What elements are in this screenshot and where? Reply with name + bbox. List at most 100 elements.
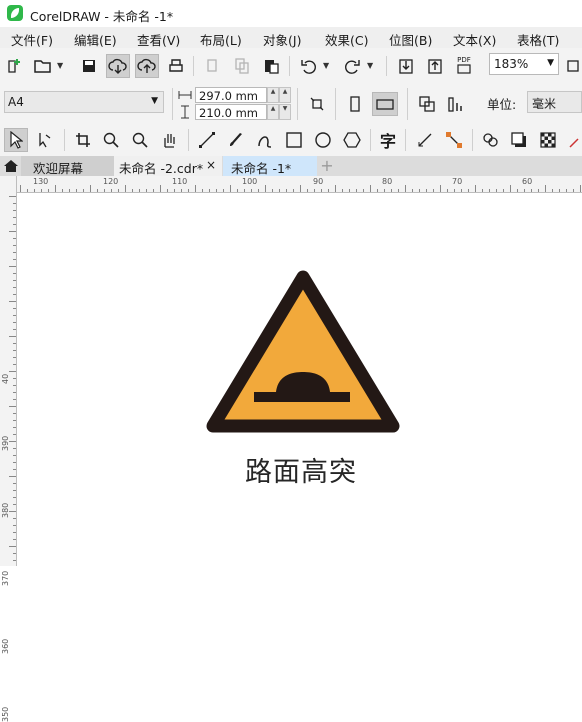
drop-shadow-tool-icon[interactable] [508,129,530,151]
ruler-tick [13,490,16,491]
pen-tool-icon[interactable] [254,129,276,151]
all-pages-icon[interactable] [306,93,328,115]
portrait-icon[interactable] [344,93,366,115]
undo-dropdown-arrow-icon[interactable]: ▼ [323,61,329,70]
import-icon[interactable] [395,55,417,77]
menu-layout[interactable]: 布局(L) [200,30,242,49]
zoom-level-combo[interactable]: 183% ▼ [489,53,559,75]
transparency-tool-icon[interactable] [537,129,559,151]
road-surface-bar [254,392,350,402]
ruler-tick [447,189,448,192]
zoom-tool-icon[interactable] [100,129,122,151]
all-pages-size-icon[interactable] [416,93,438,115]
rectangle-tool-icon[interactable] [283,129,305,151]
shape-tool-icon[interactable] [34,129,56,151]
export-icon[interactable] [424,55,446,77]
ellipse-tool-icon[interactable] [312,129,334,151]
vertical-ruler[interactable]: 40 390 380 370 360 350 [0,176,17,722]
zoom-fit-icon[interactable] [562,55,582,77]
ruler-tick [13,294,16,295]
units-value: 毫米 [532,97,557,111]
page-width-field[interactable]: 297.0 mm [195,87,267,103]
current-page-size-icon[interactable] [445,93,467,115]
height-spin-up-icon[interactable]: ▲ [267,104,279,120]
ruler-tick [160,185,161,192]
ruler-tick [9,406,16,407]
ruler-tick [13,427,16,428]
height-spin-down-icon[interactable]: ▼ [279,104,291,120]
cloud-upload-icon[interactable] [135,54,159,78]
ruler-tick [580,185,581,192]
home-icon[interactable] [0,156,21,176]
tab-document-2[interactable]: 未命名 -2.cdr* × [114,156,222,176]
text-tool-icon[interactable]: 字 [377,129,399,151]
standard-toolbar: ▼ ▼ ▼ PDF 183% ▼ [0,48,582,85]
freehand-tool-icon[interactable] [196,129,218,151]
menu-edit[interactable]: 编辑(E) [74,30,117,49]
ruler-tick [461,189,462,192]
ruler-tick [13,210,16,211]
new-document-icon[interactable] [4,55,26,77]
ruler-tick [48,189,49,192]
open-folder-icon[interactable] [32,55,54,77]
sign-caption[interactable]: 路面高突 [210,450,392,489]
ruler-tick [251,189,252,192]
parallel-dimension-tool-icon[interactable] [414,129,436,151]
menu-file[interactable]: 文件(F) [11,30,53,49]
road-bump-warning-sign[interactable] [206,268,400,438]
ruler-tick [419,189,420,192]
width-spin-down-icon[interactable]: ▲ [279,87,291,103]
eyedropper-tool-icon[interactable] [566,129,582,151]
print-icon[interactable] [165,55,187,77]
open-dropdown-arrow-icon[interactable]: ▼ [57,61,63,70]
menu-view[interactable]: 查看(V) [137,30,180,49]
undo-icon[interactable] [298,55,320,77]
copy-icon[interactable] [231,55,253,77]
ruler-tick [398,189,399,192]
zoom-out-tool-icon[interactable] [129,129,151,151]
page-height-field[interactable]: 210.0 mm [195,104,267,120]
ruler-tick [489,189,490,192]
menu-table[interactable]: 表格(T) [517,30,559,49]
ruler-v-label: 360 [1,638,10,654]
artistic-media-tool-icon[interactable] [225,129,247,151]
save-icon[interactable] [78,55,100,77]
ruler-h-label: 70 [452,177,463,186]
horizontal-ruler[interactable]: 130 120 110 100 90 80 70 60 [17,176,582,193]
polygon-tool-icon[interactable] [341,129,363,151]
menu-text[interactable]: 文本(X) [453,30,496,49]
crop-tool-icon[interactable] [72,129,94,151]
width-spin-up-icon[interactable]: ▲ [267,87,279,103]
units-combo[interactable]: 毫米 [527,91,582,113]
new-tab-plus-icon[interactable]: + [317,156,337,176]
landscape-icon[interactable] [372,92,398,116]
tab-document-1[interactable]: 未命名 -1* [223,156,317,176]
connector-tool-icon[interactable] [443,129,465,151]
ruler-tick [321,189,322,192]
menu-bitmap[interactable]: 位图(B) [389,30,432,49]
ruler-tick [237,189,238,192]
cut-icon[interactable] [201,55,223,77]
redo-dropdown-arrow-icon[interactable]: ▼ [367,61,373,70]
redo-icon[interactable] [341,55,363,77]
blend-tool-icon[interactable] [480,129,502,151]
pan-tool-icon[interactable] [158,129,180,151]
tab-welcome-screen[interactable]: 欢迎屏幕 [21,156,114,176]
ruler-tick [13,273,16,274]
ruler-h-label: 110 [172,177,188,186]
publish-pdf-icon[interactable]: PDF [453,54,475,76]
pick-tool-icon[interactable] [4,128,28,152]
ruler-tick [538,189,539,192]
ruler-v-label: 390 [1,435,10,451]
cloud-download-icon[interactable] [106,54,130,78]
ruler-tick [9,336,16,337]
ruler-tick [524,189,525,192]
tab-close-icon[interactable]: × [206,158,216,172]
paste-icon[interactable] [260,55,282,77]
page-size-combo[interactable]: A4 ▼ [4,91,164,113]
menu-effects[interactable]: 效果(C) [325,30,368,49]
ruler-tick [335,185,336,192]
ruler-v-label: 370 [1,570,10,586]
title-bar: CorelDRAW - 未命名 -1* [0,0,582,27]
menu-object[interactable]: 对象(J) [263,30,301,49]
